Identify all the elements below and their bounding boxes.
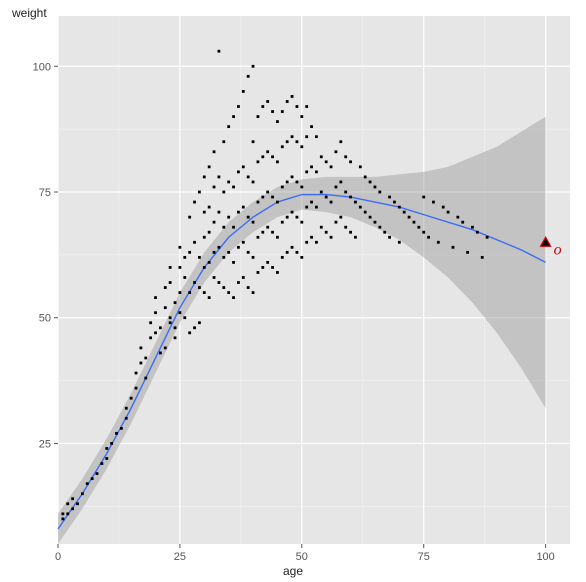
plot-panel: o [58, 16, 570, 544]
svg-text:100: 100 [536, 551, 554, 563]
svg-text:100: 100 [33, 61, 51, 73]
svg-text:25: 25 [39, 438, 51, 450]
svg-text:50: 50 [39, 313, 51, 325]
svg-text:50: 50 [296, 551, 308, 563]
svg-text:75: 75 [39, 187, 51, 199]
svg-text:75: 75 [418, 551, 430, 563]
outlier-label: o [554, 241, 562, 258]
y-axis-title: weight [12, 6, 47, 20]
scatter-points [61, 50, 488, 520]
svg-text:0: 0 [55, 551, 61, 563]
svg-text:25: 25 [174, 551, 186, 563]
x-axis-title: age [0, 564, 586, 578]
chart-svg: o [58, 16, 570, 544]
